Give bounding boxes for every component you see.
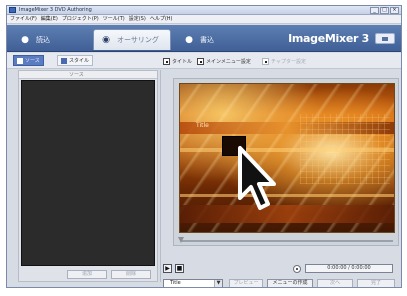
status-row: Title ▼ プレビュー メニューの作成 次へ 完了: [163, 279, 399, 287]
title-button-label: タイトル: [172, 58, 193, 65]
menu-title-text[interactable]: Title: [196, 122, 209, 130]
source-list[interactable]: [21, 80, 155, 266]
decor-grid: [300, 114, 390, 184]
subtab-style[interactable]: スタイル: [57, 55, 94, 66]
chapter-settings-button[interactable]: チャプター設定: [262, 56, 306, 66]
main-menu-settings-label: メインメニュー設定: [206, 58, 251, 65]
help-toggle-button[interactable]: [375, 33, 395, 44]
create-menu-button[interactable]: メニューの作成: [267, 279, 313, 287]
subtab-source-label: ソース: [25, 58, 40, 64]
source-panel-header: ソース: [19, 71, 157, 79]
menu-icon: [197, 57, 204, 65]
person-icon: ●: [185, 34, 193, 45]
menu-bar: ファイル(F) 編集(E) プロジェクト(P) ツール(T) 設定(S) ヘルプ…: [7, 15, 401, 24]
subtab-source[interactable]: ソース: [13, 55, 44, 66]
preview-panel: Title: [173, 78, 399, 246]
stop-button[interactable]: ■: [175, 264, 184, 273]
decor-band: [180, 194, 394, 197]
chapter-icon: [262, 57, 269, 65]
mouse-pointer-icon: [238, 146, 276, 210]
playback-row: ▶ ■ 0:00:00 / 0:00:00: [163, 264, 399, 275]
tab-write-label: 書込: [200, 35, 214, 44]
timecode-display: 0:00:00 / 0:00:00: [305, 264, 393, 273]
main-menu-settings-button[interactable]: メインメニュー設定: [197, 56, 251, 66]
window-title: ImageMixer 3 DVD Authoring: [19, 7, 92, 13]
next-button[interactable]: 次へ: [317, 279, 353, 287]
mode-tab-bar: ● 読込 ◉ オーサリング ● 書込 ImageMixer 3: [7, 25, 401, 52]
title-icon: [163, 57, 170, 65]
disc-person-icon: ◉: [102, 35, 110, 45]
app-icon: [9, 7, 16, 13]
preview-button[interactable]: プレビュー: [229, 279, 263, 287]
close-button[interactable]: ×: [390, 7, 399, 14]
tab-import-label: 読込: [36, 35, 50, 44]
seek-thumb[interactable]: [178, 237, 184, 243]
title-button[interactable]: タイトル: [163, 56, 192, 66]
style-icon: [61, 57, 67, 64]
preview-canvas[interactable]: Title: [179, 83, 395, 233]
tab-authoring-label: オーサリング: [117, 36, 159, 44]
source-icon: [17, 57, 23, 64]
chapter-settings-label: チャプター設定: [271, 58, 306, 65]
seek-bar[interactable]: [177, 237, 397, 244]
subtab-style-label: スタイル: [69, 58, 90, 64]
tab-authoring[interactable]: ◉ オーサリング: [93, 29, 171, 50]
brand-logo: ImageMixer 3: [288, 32, 369, 45]
window-controls: _ □ ×: [370, 7, 399, 14]
menu-edit[interactable]: 編集(E): [41, 15, 58, 23]
decor-band: [180, 205, 394, 223]
panel-divider[interactable]: [160, 70, 161, 282]
add-button[interactable]: 追加: [67, 270, 107, 279]
tab-import[interactable]: ● 読込: [13, 29, 85, 50]
maximize-button[interactable]: □: [380, 7, 389, 14]
toolbar: ソース スタイル タイトル メインメニュー設定 チャプター設定: [7, 53, 401, 69]
title-select[interactable]: Title ▼: [163, 279, 223, 287]
menu-help[interactable]: ヘルプ(H): [150, 15, 173, 23]
person-icon: ●: [21, 34, 29, 45]
play-button[interactable]: ▶: [163, 264, 172, 273]
finish-button[interactable]: 完了: [357, 279, 395, 287]
menu-tools[interactable]: ツール(T): [103, 15, 125, 23]
minimize-button[interactable]: _: [370, 7, 379, 14]
title-select-value: Title: [170, 280, 181, 286]
timecode-radio[interactable]: [293, 265, 301, 273]
menu-settings[interactable]: 設定(S): [129, 15, 146, 23]
app-window: ImageMixer 3 DVD Authoring _ □ × ファイル(F)…: [6, 5, 402, 288]
seek-track: [181, 240, 393, 242]
source-panel: ソース 追加 削除: [18, 70, 158, 282]
menu-project[interactable]: プロジェクト(P): [62, 15, 99, 23]
title-bar: ImageMixer 3 DVD Authoring _ □ ×: [7, 6, 401, 15]
menu-file[interactable]: ファイル(F): [10, 15, 37, 23]
chevron-down-icon[interactable]: ▼: [214, 280, 222, 287]
remove-button[interactable]: 削除: [111, 270, 151, 279]
tab-write[interactable]: ● 書込: [177, 29, 247, 50]
